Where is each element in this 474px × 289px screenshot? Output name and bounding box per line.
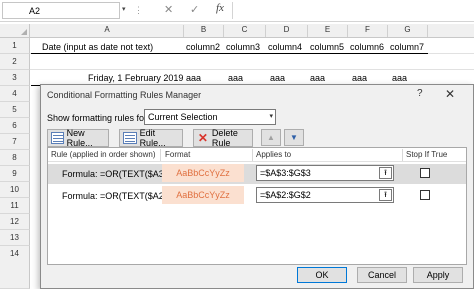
move-down-button[interactable]: ▼ — [284, 129, 304, 146]
enter-entry-icon[interactable]: ✓ — [190, 3, 199, 16]
stop-if-true-checkbox[interactable] — [420, 190, 430, 200]
move-up-button[interactable]: ▲ — [261, 129, 281, 146]
rule-formula: Formula: =OR(TEXT($A2... — [62, 191, 172, 201]
cancel-entry-icon[interactable]: ✕ — [164, 3, 173, 16]
row-header-7[interactable]: 7 — [0, 134, 30, 150]
cell-e1[interactable]: column5 — [310, 42, 344, 52]
cell-f1[interactable]: column6 — [350, 42, 384, 52]
rules-list: Rule (applied in order shown) Format App… — [47, 147, 467, 265]
name-box-dropdown-icon[interactable]: ▾ — [122, 5, 126, 13]
row-header-5[interactable]: 5 — [0, 102, 30, 118]
collapse-dialog-icon[interactable]: ⭱ — [379, 167, 392, 179]
row-header-12[interactable]: 12 — [0, 214, 30, 230]
cell-b3[interactable]: aaa — [186, 73, 201, 83]
applies-to-field[interactable]: =$A$2:$G$2 ⭱ — [256, 187, 394, 203]
header-divider — [160, 149, 161, 161]
stop-if-true-column-header[interactable]: Stop If True — [406, 150, 447, 159]
cell-g1[interactable]: column7 — [390, 42, 424, 52]
row-header-4[interactable]: 4 — [0, 86, 30, 102]
column-header-b[interactable]: B — [184, 25, 224, 37]
row-header-10[interactable]: 10 — [0, 182, 30, 198]
row-header-11[interactable]: 11 — [0, 198, 30, 214]
rule-column-header[interactable]: Rule (applied in order shown) — [51, 150, 156, 159]
cell-a1[interactable]: Date (input as date not text) — [42, 42, 153, 52]
chevron-down-icon: ▾ — [269, 113, 273, 120]
collapse-dialog-icon[interactable]: ⭱ — [379, 189, 392, 201]
format-preview: AaBbCcYyZz — [162, 164, 244, 182]
new-rule-button[interactable]: New Rule... — [47, 128, 109, 148]
show-rules-label: Show formatting rules for: — [47, 113, 150, 123]
apply-button[interactable]: Apply — [413, 267, 463, 283]
edit-rule-label: Edit Rule... — [139, 128, 166, 148]
cell-f3[interactable]: aaa — [352, 73, 367, 83]
cell-c3[interactable]: aaa — [228, 73, 243, 83]
formula-bar: A2 ▾ ⋮ ✕ ✓ fx — [0, 0, 474, 22]
format-column-header[interactable]: Format — [165, 150, 190, 159]
cell-e3[interactable]: aaa — [310, 73, 325, 83]
conditional-formatting-dialog: Conditional Formatting Rules Manager ? ✕… — [40, 84, 474, 289]
rule-row[interactable]: Formula: =OR(TEXT($A3... AaBbCcYyZz =$A$… — [48, 164, 466, 184]
new-rule-icon — [51, 132, 64, 144]
ok-button[interactable]: OK — [297, 267, 347, 283]
stop-if-true-checkbox[interactable] — [420, 168, 430, 178]
rule-formula: Formula: =OR(TEXT($A3... — [62, 169, 172, 179]
row1-bottom-border — [31, 53, 428, 54]
show-rules-value: Current Selection — [148, 112, 218, 122]
edit-rule-icon — [123, 132, 137, 144]
grid-line — [30, 69, 474, 70]
edit-rule-button[interactable]: Edit Rule... — [119, 128, 183, 148]
delete-rule-label: Delete Rule — [211, 128, 238, 148]
applies-to-column-header[interactable]: Applies to — [256, 150, 291, 159]
cell-a3[interactable]: Friday, 1 February 2019 — [88, 73, 183, 83]
row-header-9[interactable]: 9 — [0, 166, 30, 182]
insert-function-icon[interactable]: fx — [216, 2, 224, 14]
cell-c1[interactable]: column3 — [226, 42, 260, 52]
cell-d3[interactable]: aaa — [270, 73, 285, 83]
row-header-1[interactable]: 1 — [0, 38, 30, 54]
cancel-button[interactable]: Cancel — [357, 267, 407, 283]
cell-d1[interactable]: column4 — [268, 42, 302, 52]
column-header-d[interactable]: D — [266, 25, 308, 37]
column-headers: A B C D E F G — [0, 24, 474, 38]
name-box[interactable]: A2 — [2, 2, 120, 19]
column-header-g[interactable]: G — [388, 25, 428, 37]
separator-icon: ⋮ — [134, 5, 143, 15]
applies-to-value: =$A$2:$G$2 — [260, 190, 311, 200]
applies-to-field[interactable]: =$A$3:$G$3 ⭱ — [256, 165, 394, 181]
show-rules-select[interactable]: Current Selection ▾ — [144, 109, 276, 125]
rule-row[interactable]: Formula: =OR(TEXT($A2... AaBbCcYyZz =$A$… — [48, 186, 466, 206]
row-header-13[interactable]: 13 — [0, 230, 30, 246]
cell-b1[interactable]: column2 — [186, 42, 220, 52]
column-header-f[interactable]: F — [348, 25, 388, 37]
header-divider — [252, 149, 253, 161]
column-header-a[interactable]: A — [31, 25, 184, 37]
column-header-c[interactable]: C — [224, 25, 266, 37]
row-header-2[interactable]: 2 — [0, 54, 30, 70]
help-icon[interactable]: ? — [417, 88, 423, 99]
delete-rule-button[interactable]: ✕ Delete Rule — [193, 128, 253, 148]
row-header-6[interactable]: 6 — [0, 118, 30, 134]
formula-input[interactable] — [232, 2, 472, 19]
select-all-corner[interactable] — [0, 24, 30, 37]
rules-header: Rule (applied in order shown) Format App… — [48, 148, 466, 162]
format-preview: AaBbCcYyZz — [162, 186, 244, 204]
close-icon[interactable]: ✕ — [445, 87, 455, 101]
delete-icon: ✕ — [197, 131, 208, 145]
new-rule-label: New Rule... — [66, 128, 93, 148]
row-header-3[interactable]: 3 — [0, 70, 30, 86]
column-header-e[interactable]: E — [308, 25, 348, 37]
dialog-title: Conditional Formatting Rules Manager — [47, 90, 202, 100]
row-header-8[interactable]: 8 — [0, 150, 30, 166]
applies-to-value: =$A$3:$G$3 — [260, 168, 311, 178]
select-all-icon — [21, 29, 27, 35]
row-header-14[interactable]: 14 — [0, 246, 30, 289]
header-divider — [402, 149, 403, 161]
cell-g3[interactable]: aaa — [392, 73, 407, 83]
